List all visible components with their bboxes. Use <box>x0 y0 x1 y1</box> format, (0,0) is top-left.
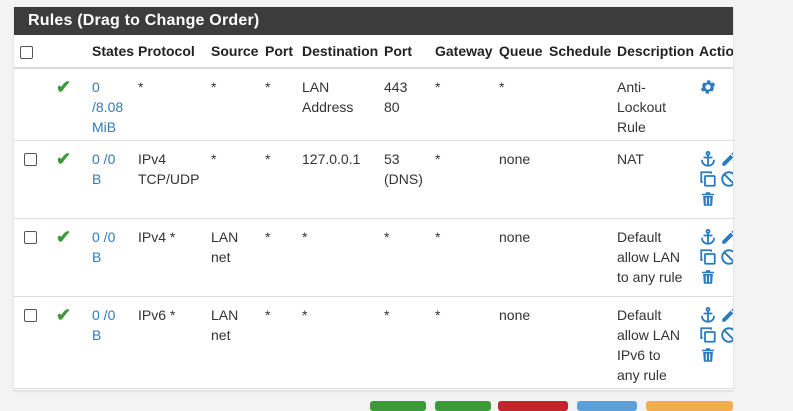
col-destination[interactable]: Destination <box>298 35 380 69</box>
source-cell: * <box>207 140 261 219</box>
actions-cell <box>695 68 733 141</box>
dest-port-cell: * <box>380 218 431 297</box>
copy-icon[interactable] <box>699 170 717 188</box>
schedule-cell <box>545 140 613 219</box>
schedule-cell <box>545 218 613 297</box>
protocol-cell: IPv4 * <box>134 218 207 297</box>
protocol-cell: IPv4 TCP/UDP <box>134 140 207 219</box>
destination-cell: * <box>298 296 380 389</box>
col-description[interactable]: Description <box>613 35 695 69</box>
pencil-icon[interactable] <box>720 306 733 324</box>
dest-port-cell: 443 80 <box>380 68 431 141</box>
actions-cell <box>695 296 733 389</box>
trash-icon[interactable] <box>699 190 717 208</box>
trash-icon[interactable] <box>699 346 717 364</box>
states-link[interactable]: 0 /0 B <box>88 296 134 389</box>
protocol-cell: * <box>134 68 207 141</box>
table-row[interactable]: ✔ 0 /0 B IPv4 TCP/UDP * * 127.0.0.1 53 (DNS… <box>14 140 733 219</box>
save-button[interactable] <box>577 401 637 411</box>
ban-icon[interactable] <box>720 248 733 266</box>
queue-cell: * <box>495 68 545 141</box>
select-all-checkbox[interactable] <box>20 45 33 59</box>
add-top-button[interactable] <box>370 401 426 411</box>
check-icon: ✔ <box>56 226 72 247</box>
add-bottom-button[interactable] <box>435 401 491 411</box>
col-schedule[interactable]: Schedule <box>545 35 613 69</box>
schedule-cell <box>545 296 613 389</box>
anchor-icon[interactable] <box>699 306 717 324</box>
delete-button[interactable] <box>498 401 568 411</box>
dest-port-cell: 53 (DNS) <box>380 140 431 219</box>
ban-icon[interactable] <box>720 326 733 344</box>
source-port-cell: * <box>261 68 298 141</box>
queue-cell: none <box>495 218 545 297</box>
rules-panel: Rules (Drag to Change Order) States Prot… <box>14 7 733 390</box>
gateway-cell: * <box>431 68 495 141</box>
destination-cell: * <box>298 218 380 297</box>
check-icon: ✔ <box>56 304 72 325</box>
schedule-cell <box>545 68 613 141</box>
description-cell: Anti- Lockout Rule <box>613 68 695 141</box>
row-checkbox[interactable] <box>24 231 37 245</box>
copy-icon[interactable] <box>699 326 717 344</box>
col-dest-port[interactable]: Port <box>380 35 431 69</box>
check-icon: ✔ <box>56 148 72 169</box>
row-checkbox[interactable] <box>24 309 37 323</box>
dest-port-cell: * <box>380 296 431 389</box>
source-port-cell: * <box>261 218 298 297</box>
destination-cell: LAN Address <box>298 68 380 141</box>
col-protocol[interactable]: Protocol <box>134 35 207 69</box>
copy-icon[interactable] <box>699 248 717 266</box>
actions-cell <box>695 218 733 297</box>
gateway-cell: * <box>431 296 495 389</box>
states-link[interactable]: 0 /0 B <box>88 218 134 297</box>
pencil-icon[interactable] <box>720 228 733 246</box>
anchor-icon[interactable] <box>699 228 717 246</box>
source-cell: LAN net <box>207 296 261 389</box>
row-checkbox[interactable] <box>24 153 37 167</box>
col-states[interactable]: States <box>88 35 134 69</box>
pencil-icon[interactable] <box>720 150 733 168</box>
source-cell: * <box>207 68 261 141</box>
states-link[interactable]: 0/8.08 MiB <box>88 68 134 141</box>
col-actions: Actions <box>695 35 733 69</box>
gear-icon[interactable] <box>699 78 717 96</box>
queue-cell: none <box>495 140 545 219</box>
source-cell: LAN net <box>207 218 261 297</box>
source-port-cell: * <box>261 140 298 219</box>
table-header-row: States Protocol Source Port Destination … <box>14 35 733 69</box>
col-source-port[interactable]: Port <box>261 35 298 69</box>
gateway-cell: * <box>431 218 495 297</box>
table-row[interactable]: ✔ 0 /0 B IPv6 * LAN net * * * * none Defau… <box>14 296 733 389</box>
queue-cell: none <box>495 296 545 389</box>
col-source[interactable]: Source <box>207 35 261 69</box>
check-icon: ✔ <box>56 77 72 97</box>
description-cell: Default allow LAN IPv6 to any rule <box>613 296 695 389</box>
destination-cell: 127.0.0.1 <box>298 140 380 219</box>
ban-icon[interactable] <box>720 170 733 188</box>
rules-table: States Protocol Source Port Destination … <box>14 35 733 389</box>
col-spacer <box>52 35 88 69</box>
trash-icon[interactable] <box>699 268 717 286</box>
row-select-cell <box>14 68 52 141</box>
actions-cell <box>695 140 733 219</box>
col-gateway[interactable]: Gateway <box>431 35 495 69</box>
description-cell: NAT <box>613 140 695 219</box>
states-link[interactable]: 0 /0 B <box>88 140 134 219</box>
separator-button[interactable] <box>646 401 733 411</box>
panel-title: Rules (Drag to Change Order) <box>14 7 733 35</box>
gateway-cell: * <box>431 140 495 219</box>
description-cell: Default allow LAN to any rule <box>613 218 695 297</box>
protocol-cell: IPv6 * <box>134 296 207 389</box>
table-row[interactable]: ✔ 0 /0 B IPv4 * LAN net * * * * none Defau… <box>14 218 733 297</box>
table-row[interactable]: ✔ 0/8.08 MiB * * * LAN Address 443 80 * * A… <box>14 68 733 141</box>
anchor-icon[interactable] <box>699 150 717 168</box>
source-port-cell: * <box>261 296 298 389</box>
col-queue[interactable]: Queue <box>495 35 545 69</box>
